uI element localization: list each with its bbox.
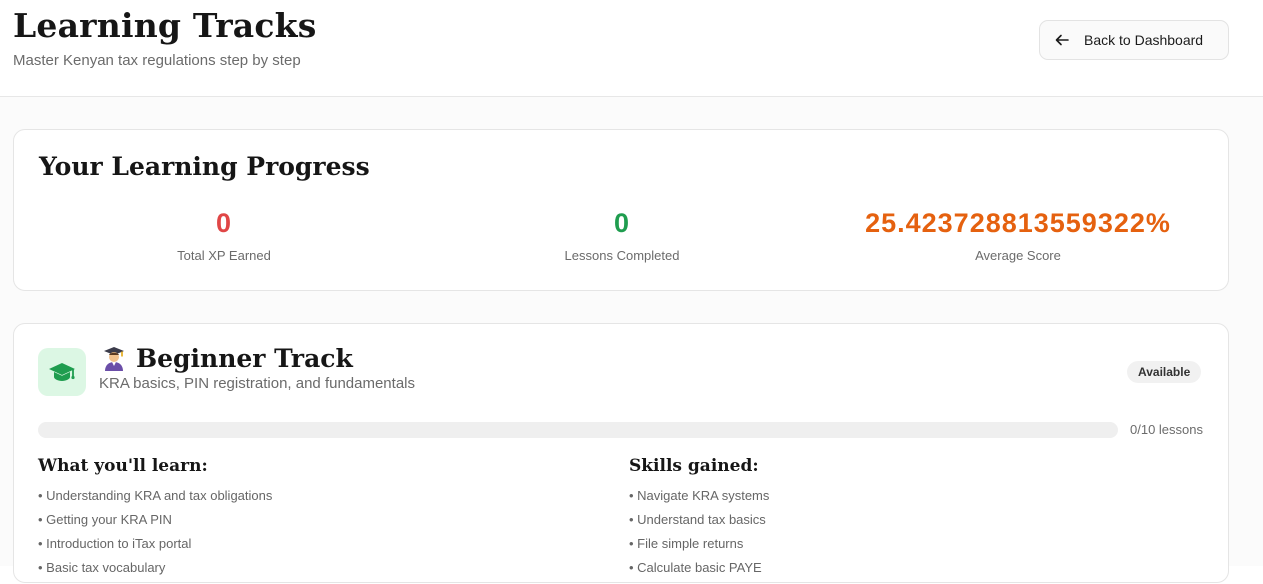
stat-value: 0 bbox=[613, 208, 631, 238]
skills-heading: Skills gained: bbox=[629, 456, 759, 476]
status-badge: Available bbox=[1127, 361, 1202, 383]
student-emoji-icon bbox=[104, 346, 124, 371]
list-item: • Understanding KRA and tax obligations bbox=[38, 488, 273, 503]
list-item: • Calculate basic PAYE bbox=[629, 560, 762, 575]
stat-lessons-completed: 0 Lessons Completed bbox=[432, 202, 812, 263]
stat-value: 25.423728813559322% bbox=[865, 208, 1171, 238]
page-header: Learning Tracks Master Kenyan tax regula… bbox=[0, 0, 1263, 97]
track-progress-bar bbox=[38, 422, 1118, 438]
list-item: • Navigate KRA systems bbox=[629, 488, 770, 503]
learn-list: • Understanding KRA and tax obligations … bbox=[38, 488, 272, 584]
list-item: • Getting your KRA PIN bbox=[38, 512, 172, 527]
lessons-count: 0/10 lessons bbox=[1130, 422, 1203, 437]
progress-heading: Your Learning Progress bbox=[39, 152, 370, 181]
learning-progress-card: Your Learning Progress 0 Total XP Earned… bbox=[13, 129, 1229, 291]
stat-label: Lessons Completed bbox=[564, 248, 680, 263]
beginner-track-card[interactable]: Beginner Track KRA basics, PIN registrat… bbox=[13, 323, 1229, 583]
list-item: • Basic tax vocabulary bbox=[38, 560, 166, 575]
back-button-label: Back to Dashboard bbox=[1084, 32, 1204, 48]
stat-label: Average Score bbox=[975, 248, 1061, 263]
list-item: • File simple returns bbox=[629, 536, 744, 551]
track-title-text: Beginner Track bbox=[136, 344, 353, 373]
stat-total-xp: 0 Total XP Earned bbox=[34, 202, 414, 263]
page-subtitle: Master Kenyan tax regulations step by st… bbox=[13, 52, 301, 69]
skills-list: • Navigate KRA systems • Understand tax … bbox=[629, 488, 769, 584]
learn-heading: What you'll learn: bbox=[38, 456, 208, 476]
back-to-dashboard-button[interactable]: Back to Dashboard bbox=[1039, 20, 1229, 60]
page-title: Learning Tracks bbox=[13, 6, 317, 45]
graduation-cap-icon bbox=[38, 348, 86, 396]
list-item: • Understand tax basics bbox=[629, 512, 766, 527]
stat-value: 0 bbox=[215, 208, 233, 238]
stat-label: Total XP Earned bbox=[177, 248, 271, 263]
stat-average-score: 25.423728813559322% Average Score bbox=[828, 202, 1208, 263]
main-content: Your Learning Progress 0 Total XP Earned… bbox=[0, 97, 1263, 583]
track-description: KRA basics, PIN registration, and fundam… bbox=[99, 375, 415, 392]
arrow-left-icon bbox=[1055, 34, 1069, 46]
track-title: Beginner Track bbox=[102, 344, 353, 373]
list-item: • Introduction to iTax portal bbox=[38, 536, 192, 551]
